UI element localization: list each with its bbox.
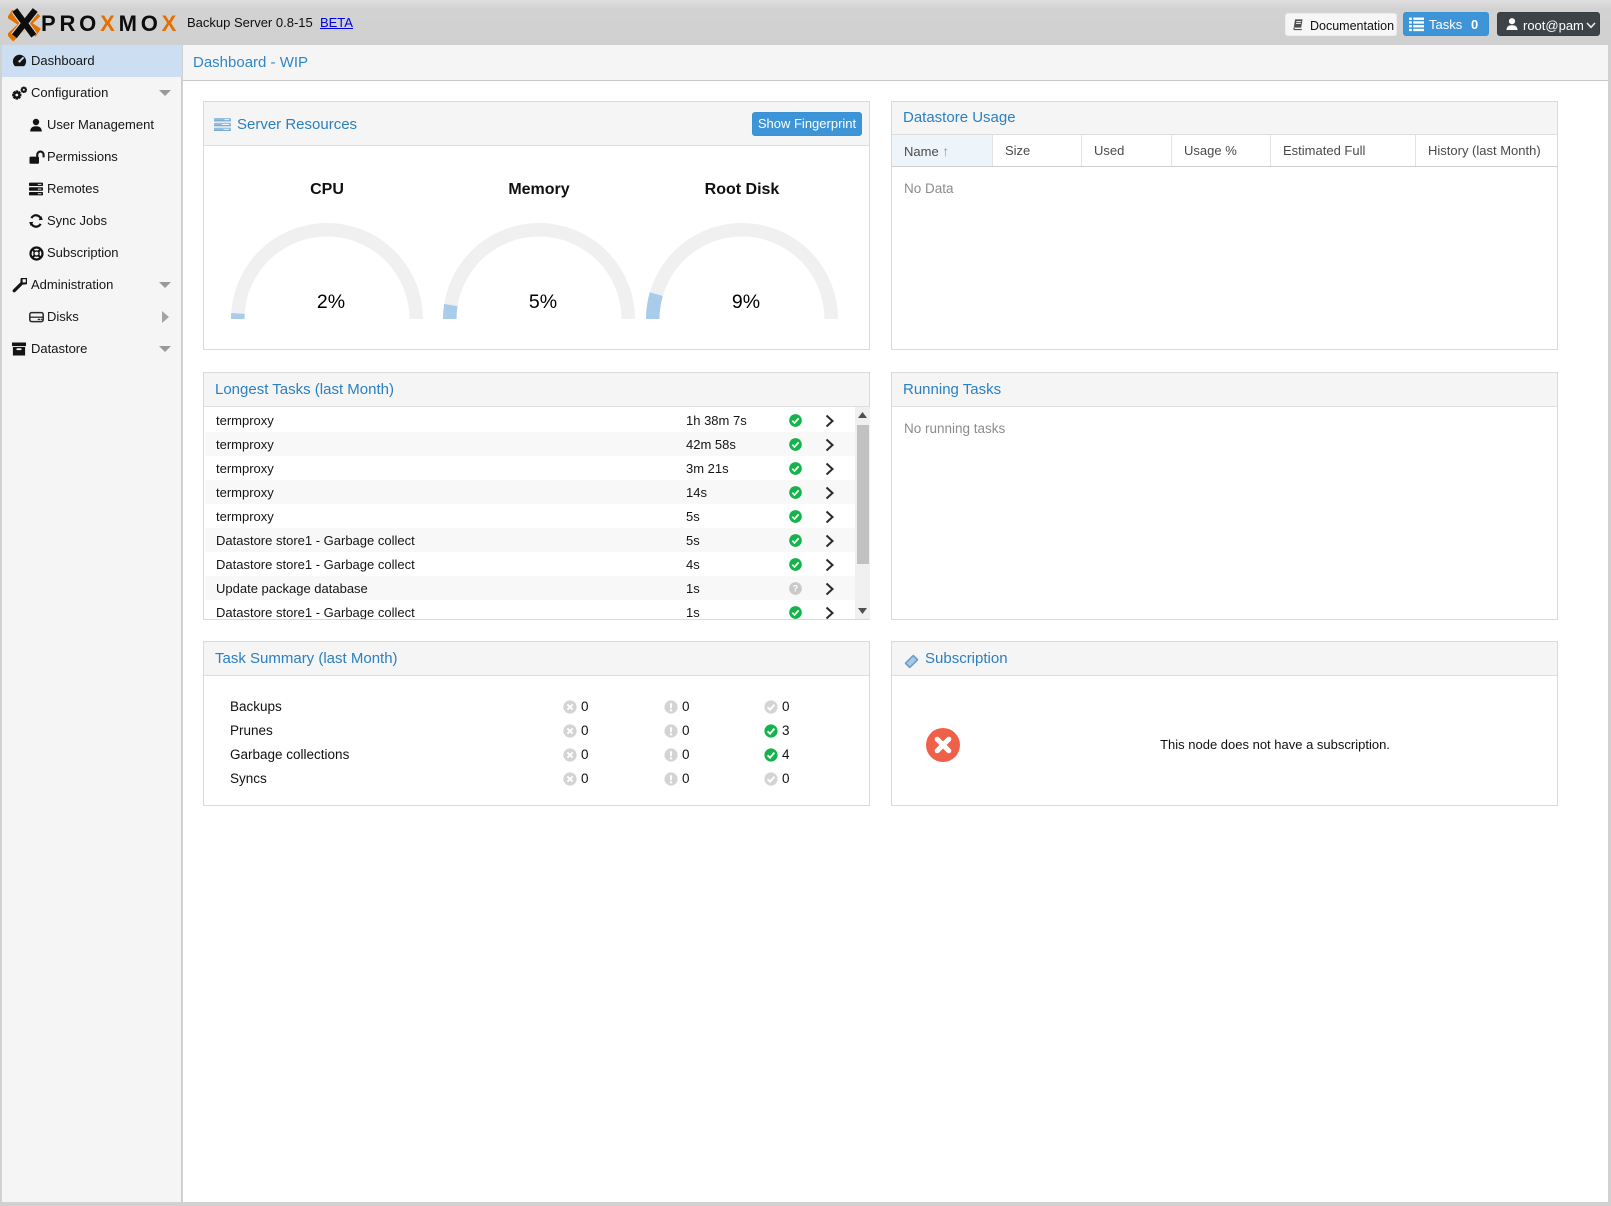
svg-text:PROXMOX: PROXMOX [41, 11, 180, 36]
svg-text:?: ? [793, 583, 798, 593]
